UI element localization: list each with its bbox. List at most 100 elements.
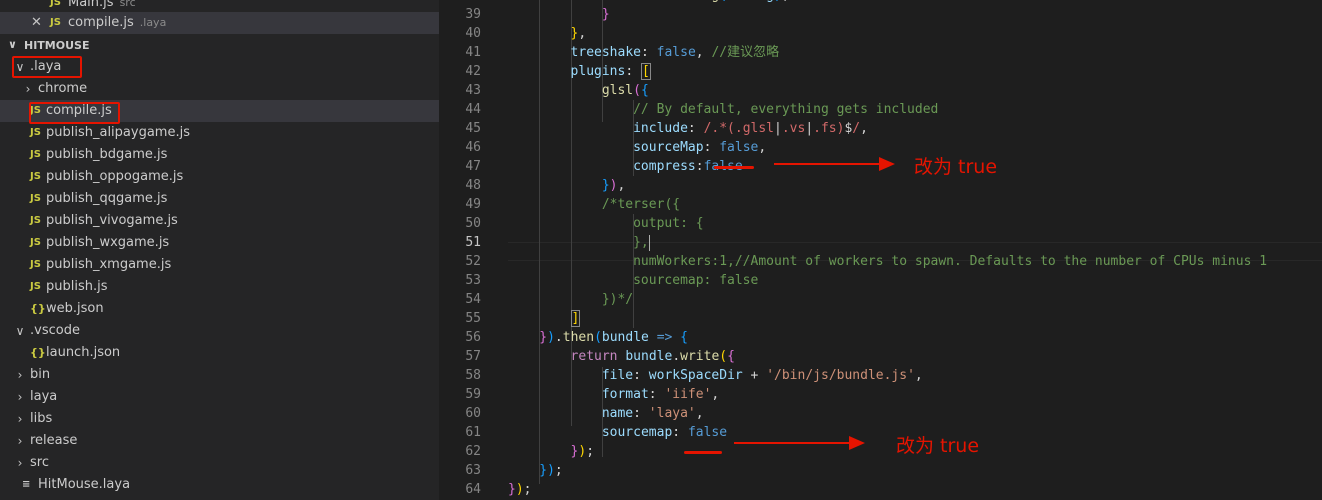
tree-item-label: .vscode (30, 323, 80, 338)
chevron-right-icon: › (17, 390, 23, 404)
code-line[interactable]: console.log(waring); (633, 0, 790, 5)
tree-item[interactable]: › release (0, 430, 439, 452)
tree-item[interactable]: › laya (0, 386, 439, 408)
code-line[interactable]: glsl({ (602, 81, 649, 100)
tree-item-label: HitMouse.laya (38, 477, 131, 492)
open-editor-label: compile.js (68, 15, 134, 30)
project-title: HITMOUSE (24, 39, 90, 52)
indent-guide (539, 0, 541, 484)
chevron-right-icon: › (17, 434, 23, 448)
tree-item[interactable]: › src (0, 452, 439, 474)
code-line[interactable]: plugins: [ (571, 62, 651, 81)
tree-item[interactable]: JS publish_vivogame.js (0, 210, 439, 232)
chevron-right-icon: › (17, 368, 23, 382)
code-line[interactable]: }).then(bundle => { (539, 328, 688, 347)
code-line[interactable]: numWorkers:1,//Amount of workers to spaw… (633, 252, 1267, 271)
code-line[interactable]: output: { (633, 214, 703, 233)
code-line[interactable]: /*terser({ (602, 195, 680, 214)
code-line[interactable]: // By default, everything gets included (633, 100, 938, 119)
chevron-down-icon: ∨ (8, 38, 17, 51)
js-file-icon: JS (30, 193, 41, 204)
js-file-icon: JS (50, 17, 61, 28)
code-line[interactable]: return bundle.write({ (571, 347, 735, 366)
code-editor[interactable]: 3839404142434445464748495051525354555657… (439, 0, 1322, 500)
tree-item[interactable]: JS publish_wxgame.js (0, 232, 439, 254)
code-line[interactable]: }, (633, 233, 650, 252)
tree-item[interactable]: ≡ HitMouse.laya (0, 474, 439, 496)
explorer-section-header[interactable]: ∨ HITMOUSE (0, 36, 439, 56)
code-line[interactable]: name: 'laya', (602, 404, 704, 423)
line-number: 45 (465, 121, 481, 136)
tree-item-label: publish_alipaygame.js (46, 125, 190, 140)
code-line[interactable]: include: /.*(.glsl|.vs|.fs)$/, (633, 119, 868, 138)
line-number: 40 (465, 26, 481, 41)
open-editor-label: Main.js (68, 0, 114, 10)
chevron-right-icon: › (17, 412, 23, 426)
tree-item[interactable]: JS publish_xmgame.js (0, 254, 439, 276)
tree-item-label: publish_oppogame.js (46, 169, 184, 184)
tree-item-label: publish_qqgame.js (46, 191, 168, 206)
tree-item[interactable]: › libs (0, 408, 439, 430)
code-line[interactable]: }); (571, 442, 594, 461)
tree-item-label: laya (30, 389, 58, 404)
code-line[interactable]: } (602, 5, 610, 24)
line-number: 49 (465, 197, 481, 212)
line-number: 39 (465, 7, 481, 22)
js-file-icon: JS (30, 259, 41, 270)
line-number: 43 (465, 83, 481, 98)
tree-item-label: launch.json (46, 345, 121, 360)
chevron-down-icon: ∨ (15, 324, 25, 338)
tree-item[interactable]: ∨ .vscode (0, 320, 439, 342)
line-number: 53 (465, 273, 481, 288)
code-line[interactable]: }); (508, 480, 531, 499)
code-line[interactable]: sourcemap: false (633, 271, 758, 290)
js-file-icon: JS (30, 171, 41, 182)
code-line[interactable]: })*/ (602, 290, 633, 309)
tree-item[interactable]: JS publish_alipaygame.js (0, 122, 439, 144)
code-line[interactable]: treeshake: false, //建议忽略 (571, 43, 780, 62)
tree-item[interactable]: JS publish.js (0, 276, 439, 298)
tree-item[interactable]: {} launch.json (0, 342, 439, 364)
json-file-icon: {} (30, 302, 46, 315)
annotation-label: 改为 true (896, 435, 980, 457)
open-editor-compile-js[interactable]: ✕ JS compile.js .laya (0, 12, 439, 34)
code-line[interactable]: }, (571, 24, 587, 43)
arrow-icon (734, 436, 865, 450)
open-editor-desc: .laya (139, 16, 167, 29)
line-number: 48 (465, 178, 481, 193)
highlight-box (29, 102, 120, 124)
underline-mark (684, 451, 722, 454)
code-line[interactable]: format: 'iife', (602, 385, 719, 404)
js-file-icon: JS (30, 149, 41, 160)
line-number: 57 (465, 349, 481, 364)
code-line[interactable]: ] (570, 309, 581, 328)
file-icon: ≡ (22, 479, 31, 490)
close-icon[interactable]: ✕ (31, 12, 42, 34)
arrow-icon (774, 157, 895, 171)
explorer-sidebar: JS Main.js src ✕ JS compile.js .laya ∨ HIT… (0, 0, 439, 500)
code-line[interactable]: sourcemap: false (602, 423, 727, 442)
tree-item[interactable]: {} web.json (0, 298, 439, 320)
code-line[interactable]: file: workSpaceDir + '/bin/js/bundle.js'… (602, 366, 923, 385)
line-number: 63 (465, 463, 481, 478)
underline-mark (714, 166, 754, 169)
line-number: 42 (465, 64, 481, 79)
chevron-right-icon: › (25, 82, 31, 96)
line-number: 47 (465, 159, 481, 174)
code-line[interactable]: sourceMap: false, (633, 138, 766, 157)
tree-item-label: bin (30, 367, 51, 382)
line-number: 51 (465, 235, 481, 250)
tree-item-label: release (30, 433, 78, 448)
line-number: 41 (465, 45, 481, 60)
tree-item[interactable]: › bin (0, 364, 439, 386)
tree-item[interactable]: JS publish_bdgame.js (0, 144, 439, 166)
code-line[interactable]: }), (602, 176, 625, 195)
line-number: 59 (465, 387, 481, 402)
tree-item[interactable]: JS publish_qqgame.js (0, 188, 439, 210)
tree-item[interactable]: JS publish_oppogame.js (0, 166, 439, 188)
line-number: 62 (465, 444, 481, 459)
tree-item[interactable]: › chrome (0, 78, 439, 100)
code-line[interactable]: }); (539, 461, 562, 480)
line-number: 58 (465, 368, 481, 383)
line-number: 54 (465, 292, 481, 307)
